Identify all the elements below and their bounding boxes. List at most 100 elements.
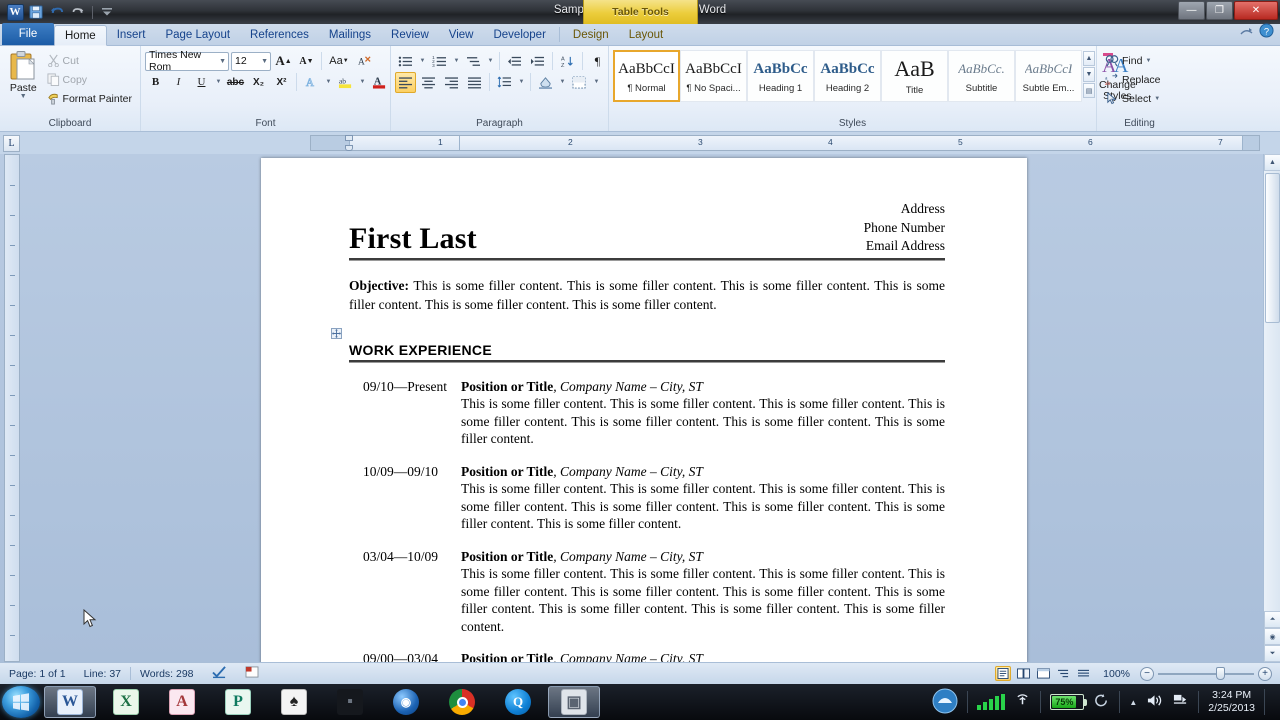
highlight-dropdown[interactable]: ▼ (358, 72, 367, 93)
style-subtle-emphasis[interactable]: AaBbCcI Subtle Em... (1015, 50, 1082, 102)
print-layout-icon[interactable] (995, 666, 1012, 681)
undo-icon[interactable] (48, 4, 66, 21)
tab-view[interactable]: View (439, 24, 484, 45)
highlight-icon[interactable]: ab (335, 72, 356, 93)
web-layout-icon[interactable] (1035, 666, 1051, 681)
style-heading-1[interactable]: AaBbCс Heading 1 (747, 50, 814, 102)
paste-button[interactable]: Paste ▼ (4, 48, 43, 100)
collapse-ribbon-icon[interactable] (1240, 24, 1253, 42)
style-normal[interactable]: AaBbCcI ¶ Normal (613, 50, 680, 102)
change-case-button[interactable]: Aa ▼ (326, 51, 352, 72)
styles-more-button[interactable]: ▤ (1083, 83, 1095, 98)
quicktime-taskbar-icon[interactable]: Q (492, 686, 544, 718)
italic-button[interactable]: I (168, 72, 189, 93)
tab-design[interactable]: Design (563, 24, 619, 45)
save-icon[interactable] (27, 4, 45, 21)
chevron-down-icon[interactable]: ▼ (258, 58, 268, 65)
select-dropdown[interactable]: ▼ (1154, 96, 1160, 102)
format-painter-button[interactable]: Format Painter (43, 89, 136, 108)
bullets-icon[interactable] (395, 51, 416, 72)
tray-app-icon[interactable] (932, 688, 958, 717)
font-name-combo[interactable]: Times New Rom ▼ (145, 49, 229, 73)
font-color-icon[interactable]: A (369, 72, 390, 93)
zoom-slider[interactable] (1158, 667, 1254, 681)
show-hidden-icons-icon[interactable]: ▲ (1129, 698, 1137, 707)
text-effects-dropdown[interactable]: ▼ (324, 72, 333, 93)
grow-font-button[interactable]: A ▲ (273, 51, 294, 72)
justify-icon[interactable] (464, 72, 485, 93)
volume-icon[interactable] (1146, 693, 1163, 711)
media-window-taskbar-icon[interactable]: ▣ (548, 686, 600, 718)
decrease-indent-icon[interactable] (504, 51, 525, 72)
increase-indent-icon[interactable] (527, 51, 548, 72)
chrome-taskbar-icon[interactable] (436, 686, 488, 718)
bold-button[interactable]: B (145, 72, 166, 93)
multilevel-dropdown[interactable]: ▼ (486, 51, 495, 72)
shading-dropdown[interactable]: ▼ (558, 72, 567, 93)
subscript-button[interactable]: X₂ (248, 72, 269, 93)
proofing-icon[interactable] (203, 665, 236, 682)
clear-formatting-icon[interactable]: A (354, 51, 375, 72)
status-page[interactable]: Page: 1 of 1 (0, 668, 75, 680)
scroll-thumb[interactable] (1265, 173, 1280, 323)
underline-dropdown[interactable]: ▼ (214, 72, 223, 93)
shrink-font-button[interactable]: A ▼ (296, 51, 317, 72)
solitaire-taskbar-icon[interactable]: ♠ (268, 686, 320, 718)
style-no-spacing[interactable]: AaBbCcI ¶ No Spaci... (680, 50, 747, 102)
battery-icon[interactable]: 75% (1050, 694, 1088, 710)
access-taskbar-icon[interactable]: A (156, 686, 208, 718)
dark-app-taskbar-icon[interactable]: ▪ (324, 686, 376, 718)
excel-taskbar-icon[interactable]: X (100, 686, 152, 718)
tab-insert[interactable]: Insert (107, 24, 156, 45)
status-words[interactable]: Words: 298 (131, 668, 203, 680)
tab-layout[interactable]: Layout (619, 24, 674, 45)
previous-page-button[interactable]: ⏶ (1264, 611, 1280, 628)
tab-review[interactable]: Review (381, 24, 439, 45)
language-icon[interactable] (236, 666, 268, 681)
wifi-icon[interactable] (1014, 693, 1031, 711)
multilevel-list-icon[interactable] (463, 51, 484, 72)
line-spacing-icon[interactable] (494, 72, 515, 93)
google-earth-taskbar-icon[interactable]: ◉ (380, 686, 432, 718)
select-button[interactable]: Select ▼ (1101, 89, 1164, 108)
document-page[interactable]: First Last Address Phone Number Email Ad… (261, 158, 1027, 662)
tab-stop-selector[interactable]: L (3, 134, 20, 152)
align-center-icon[interactable] (418, 72, 439, 93)
signal-bars-icon[interactable] (977, 694, 1006, 710)
vertical-scrollbar[interactable]: ▲ ⏶ ◉ ⏷ (1263, 154, 1280, 662)
tab-mailings[interactable]: Mailings (319, 24, 381, 45)
shading-icon[interactable] (535, 72, 556, 93)
tab-page-layout[interactable]: Page Layout (155, 24, 240, 45)
scroll-up-button[interactable]: ▲ (1264, 154, 1280, 171)
outline-icon[interactable] (1055, 666, 1071, 681)
full-screen-reading-icon[interactable] (1015, 666, 1031, 681)
text-effects-icon[interactable]: A (301, 72, 322, 93)
sort-icon[interactable]: AZ (557, 51, 578, 72)
publisher-taskbar-icon[interactable]: P (212, 686, 264, 718)
align-right-icon[interactable] (441, 72, 462, 93)
first-line-indent-marker[interactable] (345, 135, 353, 141)
chevron-down-icon[interactable]: ▼ (216, 58, 226, 65)
zoom-level[interactable]: 100% (1095, 668, 1136, 680)
table-move-handle-icon[interactable] (331, 327, 342, 339)
tab-references[interactable]: References (240, 24, 319, 45)
zoom-out-button[interactable]: − (1140, 666, 1154, 681)
find-dropdown[interactable]: ▼ (1145, 58, 1151, 64)
strikethrough-button[interactable]: abc (225, 72, 246, 93)
show-desktop-button[interactable] (1264, 689, 1272, 715)
show-formatting-marks-button[interactable]: ¶ (587, 51, 608, 72)
sync-icon[interactable] (1093, 693, 1110, 711)
draft-icon[interactable] (1075, 666, 1091, 681)
replace-button[interactable]: a ab Replace (1101, 70, 1165, 89)
customize-quick-access-icon[interactable] (98, 4, 116, 21)
styles-scroll-up-button[interactable]: ▲ (1083, 51, 1095, 66)
status-line[interactable]: Line: 37 (75, 668, 130, 680)
horizontal-ruler[interactable]: 1 2 3 4 5 6 7 (310, 135, 1260, 151)
style-heading-2[interactable]: AaBbCc Heading 2 (814, 50, 881, 102)
left-indent-marker[interactable] (345, 145, 353, 151)
document-area[interactable]: First Last Address Phone Number Email Ad… (0, 154, 1280, 662)
style-title[interactable]: AaB Title (881, 50, 948, 102)
superscript-button[interactable]: X² (271, 72, 292, 93)
font-size-combo[interactable]: 12 ▼ (231, 51, 271, 71)
word-app-icon[interactable]: W (6, 3, 24, 21)
